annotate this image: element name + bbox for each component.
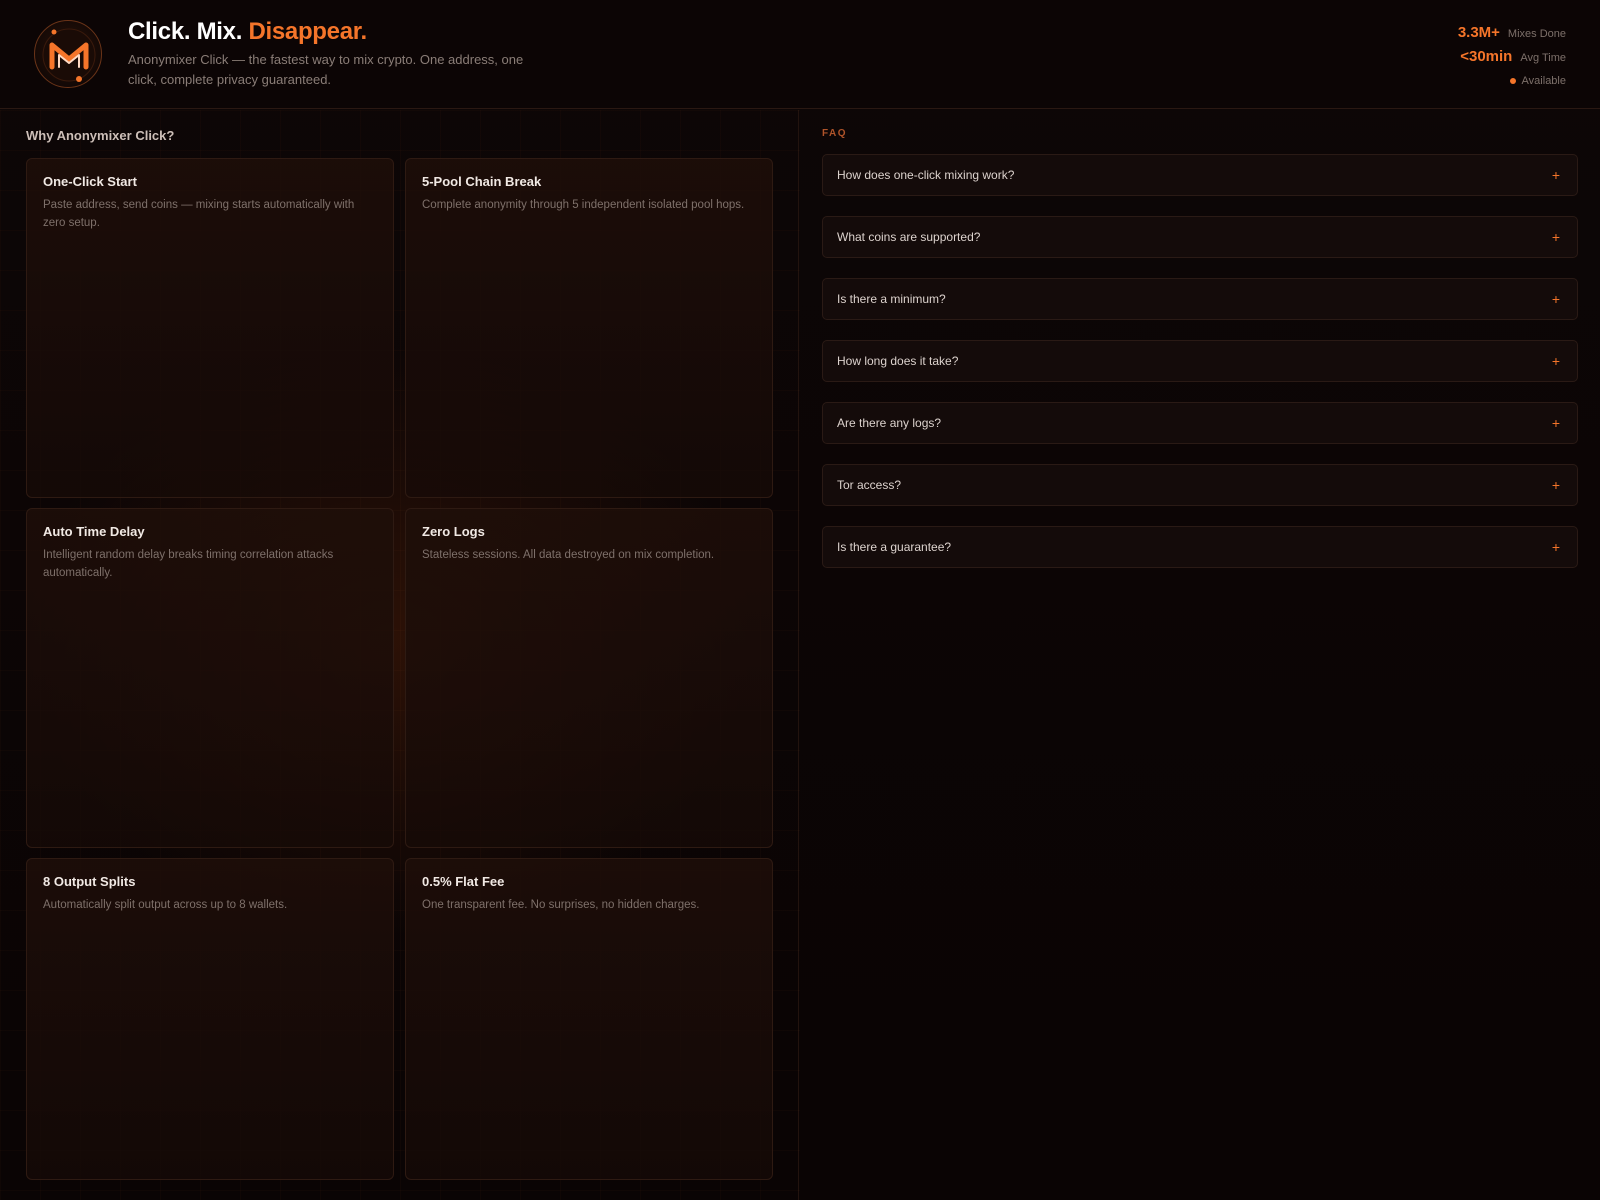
- faq-item-supported-coins[interactable]: What coins are supported? +: [822, 216, 1578, 258]
- page-header: Click. Mix. Disappear. Anonymixer Click …: [0, 0, 1600, 109]
- feature-card-flat-fee: 0.5% Flat Fee One transparent fee. No su…: [405, 858, 773, 1180]
- faq-item-logs[interactable]: Are there any logs? +: [822, 402, 1578, 444]
- faq-list: How does one-click mixing work? + What c…: [822, 154, 1578, 588]
- feature-card-auto-time-delay: Auto Time Delay Intelligent random delay…: [26, 508, 394, 848]
- feature-card-pool-chain-break: 5-Pool Chain Break Complete anonymity th…: [405, 158, 773, 498]
- monero-m-logo-icon[interactable]: [34, 20, 102, 88]
- faq-panel: FAQ How does one-click mixing work? + Wh…: [800, 110, 1600, 1200]
- feature-description: Paste address, send coins — mixing start…: [43, 199, 355, 229]
- header-stats: 3.3M+ Mixes Done <30min Avg Time Availab…: [1458, 24, 1566, 90]
- features-grid: One-Click Start Paste address, send coin…: [26, 158, 773, 1180]
- faq-item-tor-access[interactable]: Tor access? +: [822, 464, 1578, 506]
- title-accent: Disappear.: [248, 18, 367, 45]
- feature-title: 5-Pool Chain Break: [422, 174, 542, 189]
- stat-value: <30min: [1460, 48, 1513, 65]
- plus-icon[interactable]: +: [1549, 353, 1563, 369]
- feature-title: 8 Output Splits: [43, 874, 136, 889]
- feature-title: One-Click Start: [43, 174, 137, 189]
- features-section-title: Why Anonymixer Click?: [26, 128, 175, 143]
- features-panel: Why Anonymixer Click? One-Click Start Pa…: [0, 110, 800, 1200]
- status-label: Available: [1521, 75, 1566, 87]
- stat-label: Mixes Done: [1507, 28, 1566, 40]
- title-main: Click. Mix.: [128, 18, 243, 45]
- page-subtitle: Anonymixer Click — the fastest way to mi…: [128, 52, 524, 87]
- status-indicator: Available: [1458, 72, 1566, 90]
- faq-question: How does one-click mixing work?: [837, 168, 1015, 182]
- faq-question: Are there any logs?: [837, 416, 942, 430]
- plus-icon[interactable]: +: [1549, 539, 1563, 555]
- faq-item-duration[interactable]: How long does it take? +: [822, 340, 1578, 382]
- feature-description: Automatically split output across up to …: [43, 899, 288, 911]
- feature-description: Intelligent random delay breaks timing c…: [43, 549, 334, 579]
- status-dot-icon: [1509, 78, 1516, 84]
- feature-card-output-splits: 8 Output Splits Automatically split outp…: [26, 858, 394, 1180]
- plus-icon[interactable]: +: [1549, 291, 1563, 307]
- faq-item-guarantee[interactable]: Is there a guarantee? +: [822, 526, 1578, 568]
- stat-avg-time: <30min Avg Time: [1458, 48, 1566, 72]
- feature-card-zero-logs: Zero Logs Stateless sessions. All data d…: [405, 508, 773, 848]
- stat-mixes-done: 3.3M+ Mixes Done: [1458, 24, 1566, 48]
- feature-title: Zero Logs: [422, 524, 485, 539]
- faq-section-label: FAQ: [822, 128, 848, 139]
- stat-value: 3.3M+: [1457, 24, 1500, 41]
- page-title: Click. Mix. Disappear.: [128, 18, 367, 46]
- faq-item-how-it-works[interactable]: How does one-click mixing work? +: [822, 154, 1578, 196]
- feature-title: 0.5% Flat Fee: [422, 874, 505, 889]
- feature-description: One transparent fee. No surprises, no hi…: [422, 899, 700, 911]
- feature-title: Auto Time Delay: [43, 524, 145, 539]
- plus-icon[interactable]: +: [1549, 477, 1563, 493]
- feature-description: Stateless sessions. All data destroyed o…: [422, 549, 715, 561]
- feature-card-one-click-start: One-Click Start Paste address, send coin…: [26, 158, 394, 498]
- plus-icon[interactable]: +: [1549, 167, 1563, 183]
- faq-question: What coins are supported?: [837, 230, 981, 244]
- stat-label: Avg Time: [1520, 52, 1566, 64]
- feature-description: Complete anonymity through 5 independent…: [422, 199, 745, 211]
- plus-icon[interactable]: +: [1549, 415, 1563, 431]
- plus-icon[interactable]: +: [1549, 229, 1563, 245]
- faq-question: Tor access?: [837, 478, 902, 492]
- faq-item-minimum[interactable]: Is there a minimum? +: [822, 278, 1578, 320]
- faq-question: Is there a minimum?: [837, 292, 946, 306]
- faq-question: Is there a guarantee?: [837, 540, 952, 554]
- logo-glyph: [42, 28, 96, 82]
- faq-question: How long does it take?: [837, 354, 959, 368]
